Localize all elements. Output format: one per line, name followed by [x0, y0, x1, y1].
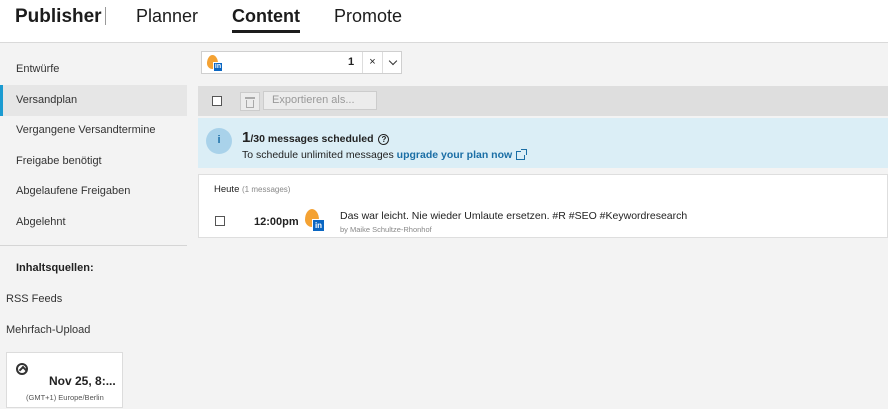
- sidebar-link-bulk-upload[interactable]: Mehrfach-Upload: [6, 324, 90, 336]
- sidebar-item-past-sends[interactable]: Vergangene Versandtermine: [0, 115, 187, 146]
- message-time: 12:00pm: [254, 216, 299, 228]
- select-all-checkbox[interactable]: [212, 96, 222, 106]
- timezone-zone: (GMT+1) Europe/Berlin: [26, 393, 104, 402]
- timezone-datetime: Nov 25, 8:...: [49, 374, 116, 388]
- chevron-down-icon[interactable]: [382, 52, 402, 73]
- day-group-header: Heute (1 messages): [214, 184, 290, 195]
- scheduled-messages-panel: Heute (1 messages) 12:00pm in Das war le…: [198, 174, 888, 238]
- scheduled-count-line: 1/30 messages scheduled ?: [242, 129, 390, 146]
- globe-icon: [16, 363, 28, 375]
- export-button[interactable]: Exportieren als...: [263, 91, 377, 110]
- profile-filter-count: 1: [348, 56, 355, 68]
- tab-promote[interactable]: Promote: [334, 6, 402, 27]
- top-nav-bar: Publisher Planner Content Promote: [0, 0, 888, 43]
- sidebar-item-rejected[interactable]: Abgelehnt: [0, 207, 187, 238]
- scheduled-limit-text: /30 messages scheduled: [250, 133, 374, 145]
- sidebar-item-expired-approvals[interactable]: Abgelaufene Freigaben: [0, 176, 187, 207]
- linkedin-profile-avatar: in: [304, 209, 326, 233]
- info-icon: [206, 128, 232, 154]
- sidebar-divider: [0, 245, 187, 246]
- sidebar-item-schedule[interactable]: Versandplan: [0, 85, 187, 116]
- external-link-icon[interactable]: [516, 148, 528, 160]
- sidebar-link-rss-feeds[interactable]: RSS Feeds: [6, 293, 62, 305]
- message-checkbox[interactable]: [215, 216, 225, 226]
- linkedin-profile-avatar: in: [206, 55, 223, 72]
- upgrade-prefix: To schedule unlimited messages: [242, 149, 397, 161]
- sidebar-item-drafts[interactable]: Entwürfe: [0, 54, 187, 85]
- timezone-widget[interactable]: Nov 25, 8:... (GMT+1) Europe/Berlin: [6, 352, 123, 408]
- message-text[interactable]: Das war leicht. Nie wieder Umlaute erset…: [340, 210, 687, 222]
- day-label: Heute: [214, 184, 240, 195]
- upgrade-plan-link[interactable]: upgrade your plan now: [397, 149, 513, 161]
- help-icon[interactable]: ?: [378, 133, 390, 145]
- trash-icon: [245, 97, 255, 99]
- tab-planner[interactable]: Planner: [136, 6, 198, 27]
- tab-content[interactable]: Content: [232, 6, 300, 33]
- schedule-limit-banner: 1/30 messages scheduled ? To schedule un…: [198, 118, 888, 168]
- sidebar: Entwürfe Versandplan Vergangene Versandt…: [0, 44, 187, 409]
- content-sources-heading: Inhaltsquellen:: [16, 262, 94, 274]
- day-message-count: (1 messages): [242, 185, 291, 194]
- delete-button[interactable]: [240, 92, 260, 111]
- profile-filter[interactable]: in 1 ×: [201, 51, 402, 74]
- bulk-action-toolbar: Exportieren als...: [198, 86, 888, 116]
- brand-title: Publisher: [15, 6, 102, 27]
- message-author: by Maike Schultze-Rhonhof: [340, 225, 432, 234]
- sidebar-item-needs-approval[interactable]: Freigabe benötigt: [0, 146, 187, 177]
- clear-filter-button[interactable]: ×: [362, 52, 382, 73]
- upgrade-line: To schedule unlimited messages upgrade y…: [242, 148, 528, 161]
- brand-divider: [105, 7, 106, 25]
